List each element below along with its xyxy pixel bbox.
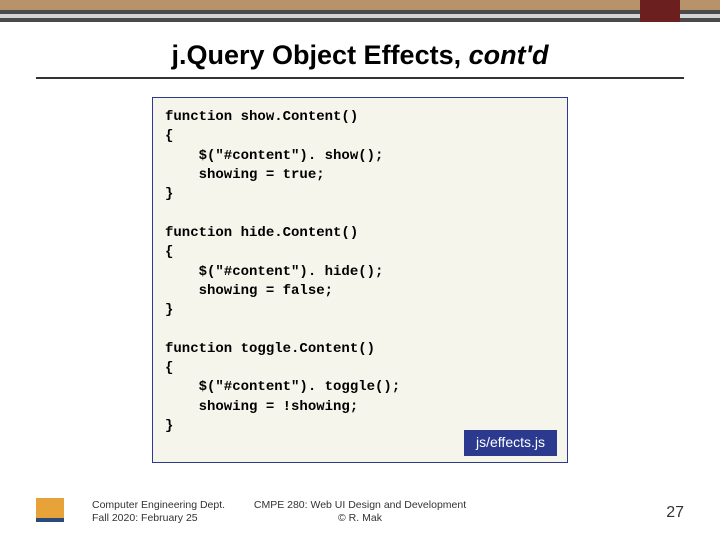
title-text: j.Query Object Effects, bbox=[172, 40, 469, 70]
footer-left: Computer Engineering Dept. Fall 2020: Fe… bbox=[92, 499, 225, 526]
top-decoration bbox=[0, 0, 720, 22]
code-content: function show.Content() { $("#content").… bbox=[165, 109, 400, 434]
university-logo bbox=[36, 498, 68, 526]
slide-title: j.Query Object Effects, cont'd bbox=[0, 40, 720, 71]
footer-copyright: © R. Mak bbox=[254, 512, 466, 526]
footer-dept: Computer Engineering Dept. bbox=[92, 499, 225, 513]
file-label: js/effects.js bbox=[464, 430, 557, 455]
accent-box bbox=[640, 0, 680, 22]
code-box: function show.Content() { $("#content").… bbox=[152, 97, 568, 463]
footer-center: CMPE 280: Web UI Design and Development … bbox=[254, 499, 466, 526]
footer-course: CMPE 280: Web UI Design and Development bbox=[254, 499, 466, 513]
page-number: 27 bbox=[666, 504, 684, 522]
footer-date: Fall 2020: February 25 bbox=[92, 512, 225, 526]
title-italic: cont'd bbox=[469, 40, 549, 70]
title-underline bbox=[36, 77, 684, 79]
